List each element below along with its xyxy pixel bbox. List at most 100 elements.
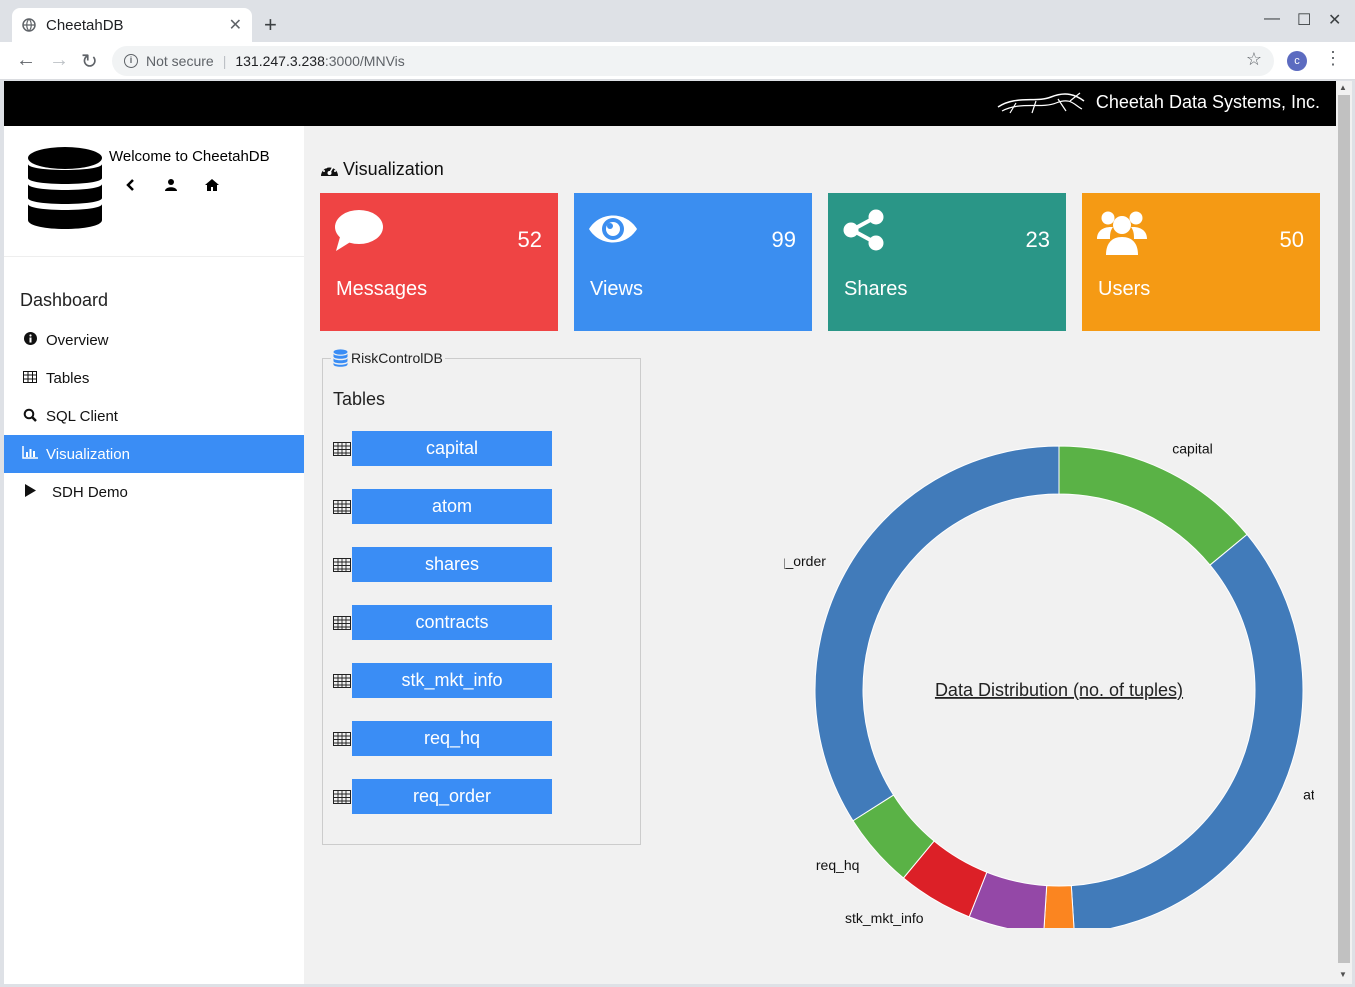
users-icon <box>1097 211 1147 255</box>
messages-count: 52 <box>517 227 542 252</box>
sidebar: Welcome to CheetahDB Dashboard Overview … <box>4 126 304 984</box>
table-button-contracts[interactable]: contracts <box>352 605 552 640</box>
table-button-req-hq[interactable]: req_hq <box>352 721 552 756</box>
chart-title: Data Distribution (no. of tuples) <box>935 680 1183 700</box>
donut-slice-shares[interactable] <box>1043 885 1075 928</box>
page-title-text: Visualization <box>343 159 444 179</box>
bookmark-star-icon[interactable]: ☆ <box>1246 49 1262 70</box>
donut-slice-req-order[interactable] <box>814 445 1060 822</box>
page-title: Visualization <box>320 159 444 180</box>
table-row: contracts <box>333 605 552 640</box>
user-icon[interactable] <box>164 178 178 192</box>
sidebar-item-overview[interactable]: Overview <box>4 321 304 359</box>
data-distribution-chart: capitalatomsharescontractsstk_mkt_infore… <box>784 440 1314 928</box>
new-tab-button[interactable]: + <box>264 12 277 38</box>
eye-icon <box>589 215 637 243</box>
table-icon <box>333 441 351 456</box>
table-row: atom <box>333 489 552 524</box>
info-icon <box>20 332 40 348</box>
table-row: req_hq <box>333 721 552 756</box>
table-icon <box>333 673 351 688</box>
donut-slice-atom[interactable] <box>1070 533 1304 928</box>
reload-icon[interactable]: ↻ <box>81 49 98 74</box>
sidebar-item-sql-client[interactable]: SQL Client <box>4 397 304 435</box>
tab-strip: CheetahDB ✕ + — ☐ ✕ <box>0 0 1355 42</box>
table-row: capital <box>333 431 552 466</box>
profile-avatar[interactable]: c <box>1287 51 1307 71</box>
close-window-icon[interactable]: ✕ <box>1328 10 1341 30</box>
welcome-prefix: Welcome to <box>109 148 193 165</box>
donut-label: req_hq <box>816 857 860 873</box>
share-icon <box>843 209 884 251</box>
sidebar-item-label: SDH Demo <box>52 483 128 501</box>
database-panel: RiskControlDB Tables capital atom shares co… <box>322 349 641 845</box>
sidebar-item-tables[interactable]: Tables <box>4 359 304 397</box>
close-tab-icon[interactable]: ✕ <box>229 15 242 35</box>
page-scrollbar[interactable]: ▲ ▼ <box>1336 81 1352 984</box>
donut-label: req_order <box>784 553 826 569</box>
database-icon <box>333 349 348 367</box>
brand-name: Cheetah Data Systems, Inc. <box>1095 92 1320 112</box>
main-content: Visualization 52 Messages 99 Views 23 Sh… <box>304 126 1336 984</box>
browser-tab[interactable]: CheetahDB ✕ <box>12 8 252 42</box>
sidebar-divider <box>4 256 304 257</box>
donut-slice-capital[interactable] <box>1058 445 1248 566</box>
shares-count: 23 <box>1025 227 1050 252</box>
info-icon[interactable]: i <box>124 54 138 68</box>
table-icon <box>20 370 40 386</box>
maximize-icon[interactable]: ☐ <box>1297 10 1311 30</box>
donut-label: capital <box>1172 440 1212 456</box>
sidebar-menu: Overview Tables SQL Client Visualization… <box>4 321 304 511</box>
sidebar-actions <box>124 178 220 192</box>
tables-heading: Tables <box>333 389 386 409</box>
table-button-req-order[interactable]: req_order <box>352 779 552 814</box>
scrollbar-thumb[interactable] <box>1338 95 1350 963</box>
table-icon <box>333 615 351 630</box>
comment-icon <box>335 210 383 251</box>
users-count: 50 <box>1279 227 1304 252</box>
sidebar-item-label: Visualization <box>46 445 130 463</box>
database-name: RiskControlDB <box>331 349 445 367</box>
table-icon <box>333 557 351 572</box>
users-label: Users <box>1098 278 1151 300</box>
scroll-down-icon[interactable]: ▼ <box>1339 970 1347 979</box>
table-button-stk-mkt-info[interactable]: stk_mkt_info <box>352 663 552 698</box>
table-button-atom[interactable]: atom <box>352 489 552 524</box>
views-count: 99 <box>771 227 796 252</box>
sidebar-item-visualization[interactable]: Visualization <box>4 435 304 473</box>
table-row: shares <box>333 547 552 582</box>
dashboard-heading: Dashboard <box>20 290 109 310</box>
table-button-capital[interactable]: capital <box>352 431 552 466</box>
address-bar[interactable]: i Not secure | 131.247.3.238:3000/MNVis … <box>112 46 1274 76</box>
views-label: Views <box>590 278 643 300</box>
bar-chart-icon <box>20 446 40 462</box>
table-row: req_order <box>333 779 552 814</box>
search-icon <box>20 408 40 425</box>
sidebar-item-sdh-demo[interactable]: SDH Demo <box>4 473 304 511</box>
forward-icon[interactable]: → <box>49 49 69 72</box>
cheetah-logo-icon <box>997 92 1085 114</box>
browser-toolbar: ← → ↻ i Not secure | 131.247.3.238:3000/… <box>0 42 1355 80</box>
welcome-text: Welcome to CheetahDB <box>109 148 270 165</box>
shares-label: Shares <box>844 278 908 300</box>
security-label: Not secure <box>146 53 214 69</box>
database-name-text: RiskControlDB <box>351 350 443 366</box>
table-row: stk_mkt_info <box>333 663 552 698</box>
tab-title: CheetahDB <box>46 16 124 34</box>
views-card[interactable]: 99 Views <box>574 193 812 331</box>
browser-menu-icon[interactable]: ⋮ <box>1324 48 1342 69</box>
scroll-up-icon[interactable]: ▲ <box>1339 83 1347 92</box>
page: Cheetah Data Systems, Inc. Welcome to Ch… <box>4 81 1336 984</box>
chevron-left-icon[interactable] <box>124 178 138 192</box>
home-icon[interactable] <box>204 178 220 192</box>
welcome-app-name: CheetahDB <box>192 148 270 165</box>
minimize-icon[interactable]: — <box>1264 10 1280 28</box>
top-bar: Cheetah Data Systems, Inc. <box>4 81 1336 126</box>
back-icon[interactable]: ← <box>16 49 36 72</box>
users-card[interactable]: 50 Users <box>1082 193 1320 331</box>
sidebar-item-label: SQL Client <box>46 407 118 425</box>
messages-card[interactable]: 52 Messages <box>320 193 558 331</box>
donut-label: atom <box>1303 787 1314 803</box>
shares-card[interactable]: 23 Shares <box>828 193 1066 331</box>
table-button-shares[interactable]: shares <box>352 547 552 582</box>
